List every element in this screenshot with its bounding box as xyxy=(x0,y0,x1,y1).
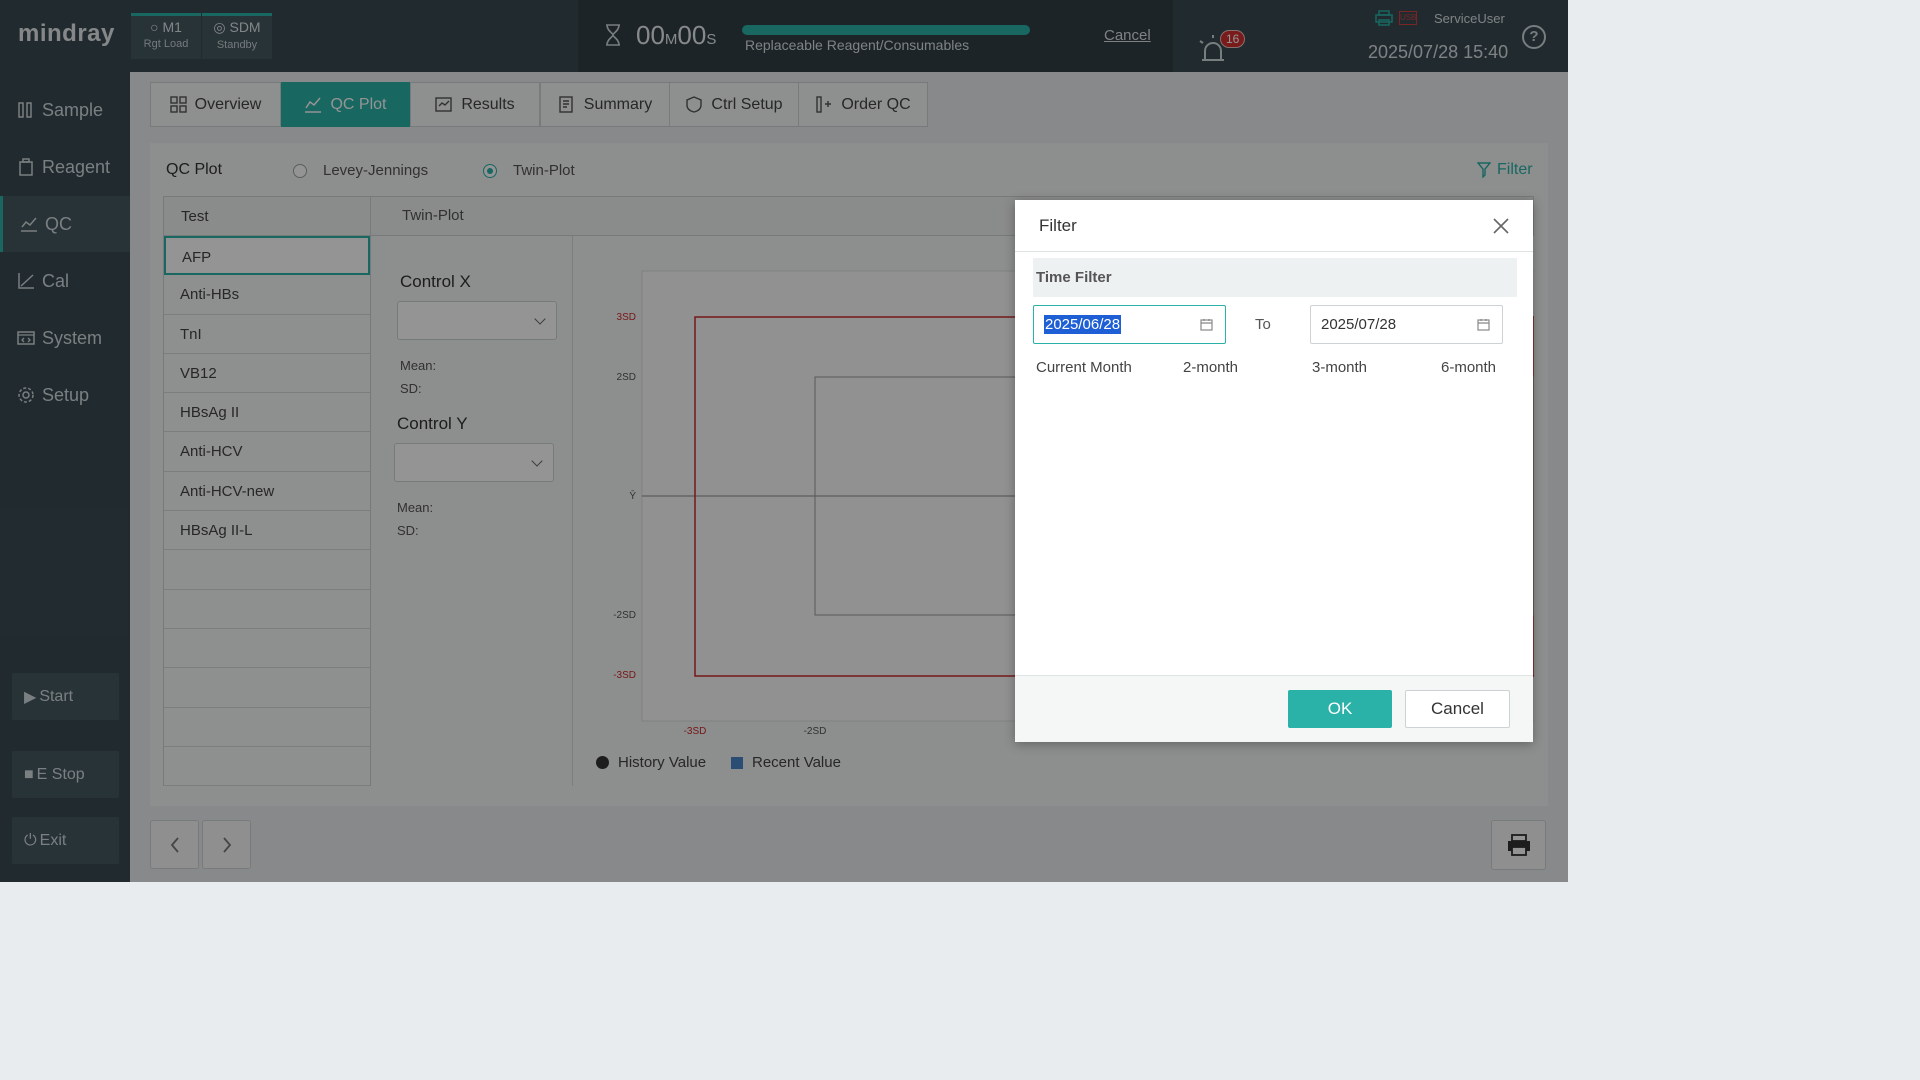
calendar-icon[interactable] xyxy=(1200,318,1213,331)
close-icon[interactable] xyxy=(1491,216,1511,236)
dialog-title: Filter xyxy=(1039,216,1077,235)
to-date-input[interactable]: 2025/07/28 xyxy=(1310,305,1503,344)
from-date-value: 2025/06/28 xyxy=(1044,315,1122,334)
to-label: To xyxy=(1255,316,1271,333)
quick-2-month[interactable]: 2-month xyxy=(1183,359,1238,376)
calendar-icon[interactable] xyxy=(1477,318,1490,331)
divider xyxy=(1015,251,1533,252)
quick-current-month[interactable]: Current Month xyxy=(1036,359,1132,376)
from-date-input[interactable]: 2025/06/28 xyxy=(1033,305,1226,344)
filter-dialog: Filter Time Filter 2025/06/28 To 2025/07… xyxy=(1015,200,1533,742)
cancel-button[interactable]: Cancel xyxy=(1405,690,1510,728)
time-filter-section: Time Filter xyxy=(1033,258,1517,297)
ok-button[interactable]: OK xyxy=(1288,690,1392,728)
quick-6-month[interactable]: 6-month xyxy=(1441,359,1496,376)
to-date-value: 2025/07/28 xyxy=(1321,316,1397,333)
quick-3-month[interactable]: 3-month xyxy=(1312,359,1367,376)
